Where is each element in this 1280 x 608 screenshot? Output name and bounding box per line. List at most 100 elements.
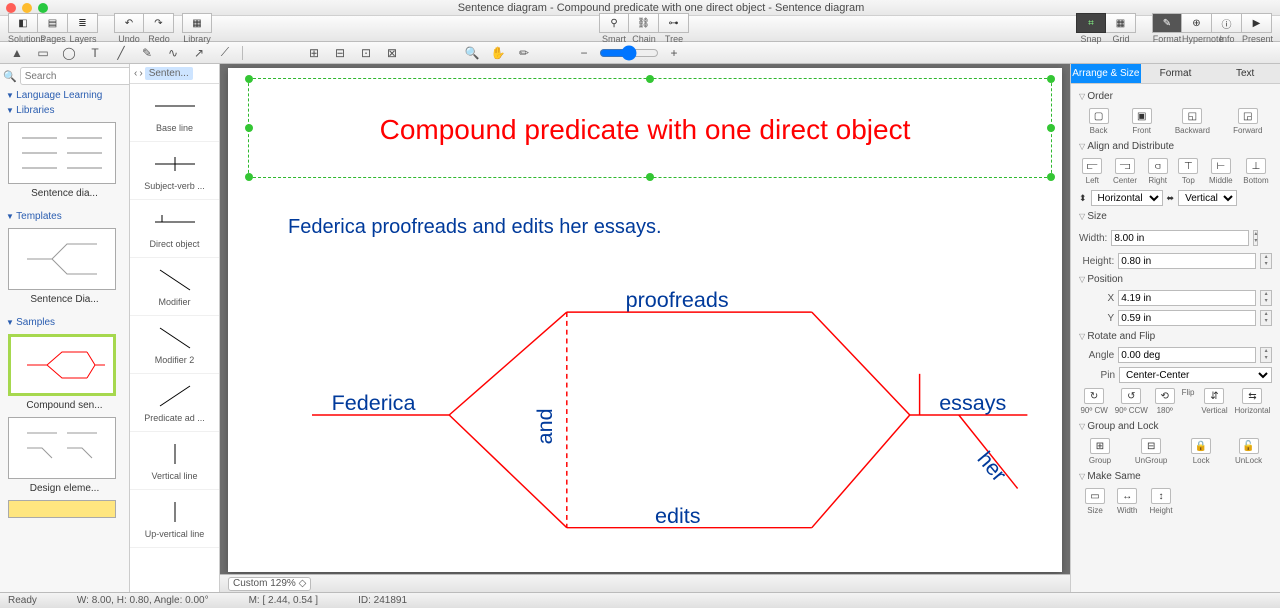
lib-item[interactable]: Direct object: [130, 200, 219, 258]
template-thumbnail[interactable]: [8, 228, 116, 290]
same-size-button[interactable]: ▭Size: [1085, 488, 1105, 515]
pen-tool[interactable]: ✎: [136, 44, 158, 62]
sample-thumbnail-compound[interactable]: [8, 334, 116, 396]
flip-v-button[interactable]: ⇵Vertical: [1201, 388, 1227, 415]
y-input[interactable]: [1118, 310, 1256, 326]
edit-tool[interactable]: ✏: [513, 44, 535, 62]
example-sentence[interactable]: Federica proofreads and edits her essays…: [288, 216, 662, 239]
pointer-tool[interactable]: ▲: [6, 44, 28, 62]
group-button[interactable]: ⊞Group: [1089, 438, 1111, 465]
x-input[interactable]: [1118, 290, 1256, 306]
diagram-title[interactable]: Compound predicate with one direct objec…: [228, 114, 1062, 146]
sentence-diagram[interactable]: Federica proofreads and edits essays her: [268, 268, 1042, 562]
arrow-tool[interactable]: ↗: [188, 44, 210, 62]
section-group[interactable]: Group and Lock: [1079, 418, 1272, 435]
grid-button[interactable]: ▦: [1106, 13, 1136, 33]
format-button[interactable]: ✎: [1152, 13, 1182, 33]
lock-button[interactable]: 🔒Lock: [1191, 438, 1211, 465]
rect-tool[interactable]: ▭: [32, 44, 54, 62]
angle-input[interactable]: [1118, 347, 1256, 363]
section-language-learning[interactable]: Language Learning: [0, 88, 129, 103]
order-back-button[interactable]: ▢Back: [1089, 108, 1109, 135]
text-tool[interactable]: T: [84, 44, 106, 62]
tree-button[interactable]: ⊶: [659, 13, 689, 33]
zoom-icon[interactable]: [38, 3, 48, 13]
zoom-in-tool[interactable]: 🔍: [461, 44, 483, 62]
ellipse-tool[interactable]: ◯: [58, 44, 80, 62]
tab-text[interactable]: Text: [1210, 64, 1280, 84]
present-button[interactable]: ▶: [1242, 13, 1272, 33]
hypernote-button[interactable]: ⊕: [1182, 13, 1212, 33]
lib-item[interactable]: Subject-verb ...: [130, 142, 219, 200]
unlock-button[interactable]: 🔓UnLock: [1235, 438, 1262, 465]
same-height-button[interactable]: ↕Height: [1149, 488, 1172, 515]
section-templates[interactable]: Templates: [0, 209, 129, 224]
canvas[interactable]: Compound predicate with one direct objec…: [228, 68, 1062, 572]
align-tool[interactable]: ⊞: [303, 44, 325, 62]
curve-tool[interactable]: ∿: [162, 44, 184, 62]
section-samples[interactable]: Samples: [0, 315, 129, 330]
line-tool[interactable]: ╱: [110, 44, 132, 62]
order-backward-button[interactable]: ◱Backward: [1175, 108, 1210, 135]
section-position[interactable]: Position: [1079, 271, 1272, 288]
align-right-button[interactable]: ⫏Right: [1148, 158, 1168, 185]
rotate-cw-button[interactable]: ↻90º CW: [1080, 388, 1107, 415]
align-left-button[interactable]: ⫍Left: [1082, 158, 1102, 185]
sample-thumbnail-design[interactable]: [8, 417, 116, 479]
library-thumbnail[interactable]: [8, 122, 116, 184]
layers-button[interactable]: ≣: [68, 13, 98, 33]
close-icon[interactable]: [6, 3, 16, 13]
distribute-h-select[interactable]: Horizontal: [1091, 190, 1163, 206]
same-width-button[interactable]: ↔Width: [1117, 488, 1137, 515]
library-button[interactable]: ▦: [182, 13, 212, 33]
ungroup-tool[interactable]: ⊠: [381, 44, 403, 62]
lib-item[interactable]: Base line: [130, 84, 219, 142]
tab-format[interactable]: Format: [1141, 64, 1211, 84]
order-front-button[interactable]: ▣Front: [1132, 108, 1152, 135]
nav-back-icon[interactable]: ‹: [134, 68, 137, 79]
chain-button[interactable]: ⛓: [629, 13, 659, 33]
undo-button[interactable]: ↶: [114, 13, 144, 33]
distribute-tool[interactable]: ⊟: [329, 44, 351, 62]
lib-item[interactable]: Up-vertical line: [130, 490, 219, 548]
section-order[interactable]: Order: [1079, 88, 1272, 105]
order-forward-button[interactable]: ◲Forward: [1233, 108, 1262, 135]
zoom-slider[interactable]: [599, 45, 659, 61]
solutions-button[interactable]: ◧: [8, 13, 38, 33]
pin-select[interactable]: Center-Center: [1119, 367, 1272, 383]
pages-button[interactable]: ▤: [38, 13, 68, 33]
group-tool[interactable]: ⊡: [355, 44, 377, 62]
library-tab[interactable]: Senten...: [145, 67, 193, 80]
align-bottom-button[interactable]: ⊥Bottom: [1243, 158, 1268, 185]
height-input[interactable]: [1118, 253, 1256, 269]
lib-item[interactable]: Predicate ad ...: [130, 374, 219, 432]
section-rotate[interactable]: Rotate and Flip: [1079, 328, 1272, 345]
sample-thumbnail-more[interactable]: [8, 500, 116, 518]
align-top-button[interactable]: ⊤Top: [1178, 158, 1198, 185]
connector-tool[interactable]: ⟋: [214, 44, 236, 62]
section-size[interactable]: Size: [1079, 208, 1272, 225]
distribute-v-select[interactable]: Vertical: [1178, 190, 1237, 206]
zoom-in-button[interactable]: +: [663, 44, 685, 62]
section-libraries[interactable]: Libraries: [0, 103, 129, 118]
snap-button[interactable]: ⌗: [1076, 13, 1106, 33]
lib-item[interactable]: Modifier 2: [130, 316, 219, 374]
align-middle-button[interactable]: ⊢Middle: [1209, 158, 1233, 185]
ungroup-button[interactable]: ⊟UnGroup: [1135, 438, 1167, 465]
info-button[interactable]: ⓘ: [1212, 13, 1242, 33]
flip-h-button[interactable]: ⇆Horizontal: [1234, 388, 1270, 415]
section-make-same[interactable]: Make Same: [1079, 468, 1272, 485]
canvas-area[interactable]: Compound predicate with one direct objec…: [220, 64, 1070, 592]
lib-item[interactable]: Vertical line: [130, 432, 219, 490]
smart-connector-button[interactable]: ⚲: [599, 13, 629, 33]
tab-arrange[interactable]: Arrange & Size: [1071, 64, 1141, 84]
nav-fwd-icon[interactable]: ›: [139, 68, 142, 79]
search-input[interactable]: [20, 67, 130, 85]
rotate-180-button[interactable]: ⟲180º: [1155, 388, 1175, 415]
lock-proportions-checkbox[interactable]: [1270, 230, 1280, 246]
minimize-icon[interactable]: [22, 3, 32, 13]
zoom-display[interactable]: Custom 129% ◇: [228, 577, 311, 591]
align-center-button[interactable]: ⫎Center: [1113, 158, 1137, 185]
redo-button[interactable]: ↷: [144, 13, 174, 33]
section-align[interactable]: Align and Distribute: [1079, 138, 1272, 155]
